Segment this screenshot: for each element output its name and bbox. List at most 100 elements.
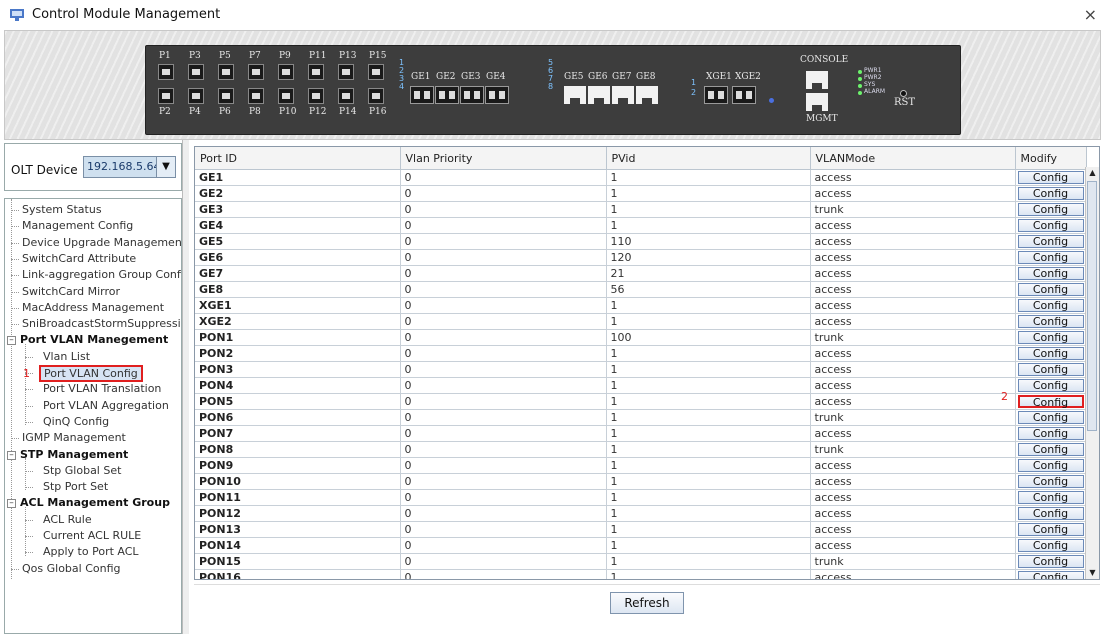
config-button[interactable]: Config — [1017, 187, 1084, 200]
sfp-port[interactable] — [218, 88, 234, 104]
sfp-port[interactable] — [248, 64, 264, 80]
config-button[interactable]: Config — [1017, 523, 1084, 536]
table-row[interactable]: GE3 0 1 trunk Config — [195, 201, 1087, 218]
console-port[interactable] — [806, 71, 828, 89]
table-row[interactable]: PON3 0 1 access Config — [195, 361, 1087, 378]
table-row[interactable]: GE8 0 56 access Config — [195, 281, 1087, 298]
ge-port[interactable] — [612, 86, 634, 104]
config-button[interactable]: Config — [1017, 539, 1084, 552]
scrollbar-thumb[interactable] — [1087, 181, 1097, 431]
config-button[interactable]: Config — [1017, 555, 1084, 568]
table-row[interactable]: PON2 0 1 access Config — [195, 345, 1087, 362]
table-row[interactable]: GE7 0 21 access Config — [195, 265, 1087, 282]
sfp-port[interactable] — [338, 64, 354, 80]
sfp-port[interactable] — [188, 88, 204, 104]
sfp-port[interactable] — [218, 64, 234, 80]
sidebar-item[interactable]: Apply to Port ACL — [43, 545, 139, 558]
config-button[interactable]: Config — [1017, 379, 1084, 392]
sfp-port[interactable] — [278, 64, 294, 80]
table-row[interactable]: GE1 0 1 access Config — [195, 169, 1087, 186]
sidebar-item[interactable]: ACL Rule — [43, 513, 92, 526]
config-button[interactable]: Config — [1017, 267, 1084, 280]
config-button[interactable]: Config — [1017, 411, 1084, 424]
config-button[interactable]: Config — [1017, 571, 1084, 579]
config-button[interactable]: Config — [1017, 235, 1084, 248]
collapse-icon[interactable]: – — [7, 499, 16, 509]
table-row[interactable]: PON1 0 100 trunk Config — [195, 329, 1087, 346]
sfp-port[interactable] — [188, 64, 204, 80]
table-row[interactable]: PON5 0 1 access Config — [195, 393, 1087, 410]
sidebar-item[interactable]: Stp Port Set — [43, 480, 108, 493]
sfp-port[interactable] — [278, 88, 294, 104]
rst-button-dot[interactable] — [900, 90, 907, 97]
mgmt-port[interactable] — [806, 93, 828, 111]
sidebar-item[interactable]: SwitchCard Attribute — [22, 252, 136, 265]
table-scrollbar[interactable]: ▲ ▼ — [1085, 167, 1099, 579]
table-row[interactable]: GE6 0 120 access Config — [195, 249, 1087, 266]
config-button[interactable]: Config — [1017, 283, 1084, 296]
sidebar-item[interactable]: Management Config — [22, 219, 133, 232]
config-button[interactable]: Config — [1017, 251, 1084, 264]
sidebar-item[interactable]: Device Upgrade Management — [22, 236, 181, 249]
table-row[interactable]: PON7 0 1 access Config — [195, 425, 1087, 442]
sfp-port[interactable] — [158, 88, 174, 104]
table-row[interactable]: XGE2 0 1 access Config — [195, 313, 1087, 330]
config-button[interactable]: Config — [1017, 491, 1084, 504]
config-button[interactable]: Config — [1017, 475, 1084, 488]
ge-port[interactable] — [636, 86, 658, 104]
close-icon[interactable]: × — [1084, 5, 1097, 24]
xge-port[interactable] — [732, 86, 756, 104]
sfp-port[interactable] — [308, 64, 324, 80]
config-button[interactable]: Config — [1017, 347, 1084, 360]
sidebar-item[interactable]: MacAddress Management — [22, 301, 164, 314]
column-header-vlan-priority[interactable]: Vlan Priority — [400, 147, 607, 170]
sidebar-group-stp[interactable]: STP Management — [20, 448, 128, 461]
column-header-port-id[interactable]: Port ID — [195, 147, 401, 170]
table-row[interactable]: PON8 0 1 trunk Config — [195, 441, 1087, 458]
sidebar-item[interactable]: Link-aggregation Group Config — [22, 268, 181, 281]
sfp-port[interactable] — [308, 88, 324, 104]
sidebar-item[interactable]: Port VLAN Aggregation — [43, 399, 169, 412]
sidebar-item[interactable]: System Status — [22, 203, 102, 216]
splitter-handle[interactable] — [182, 140, 189, 634]
ge-port[interactable] — [410, 86, 434, 104]
ge-port[interactable] — [485, 86, 509, 104]
collapse-icon[interactable]: – — [7, 336, 16, 346]
config-button[interactable]: Config — [1017, 443, 1084, 456]
config-button[interactable]: Config — [1017, 171, 1084, 184]
table-row[interactable]: XGE1 0 1 access Config — [195, 297, 1087, 314]
collapse-icon[interactable]: – — [7, 450, 16, 460]
refresh-button[interactable]: Refresh — [610, 592, 684, 614]
config-button[interactable]: Config — [1017, 315, 1084, 328]
column-header-pvid[interactable]: PVid — [606, 147, 811, 170]
config-button[interactable]: Config — [1017, 299, 1084, 312]
table-row[interactable]: PON16 0 1 access Config — [195, 569, 1087, 579]
config-button[interactable]: Config — [1017, 219, 1084, 232]
sidebar-item-igmp[interactable]: IGMP Management — [22, 431, 126, 444]
table-row[interactable]: PON9 0 1 access Config — [195, 457, 1087, 474]
table-row[interactable]: PON15 0 1 trunk Config — [195, 553, 1087, 570]
table-row[interactable]: PON10 0 1 access Config — [195, 473, 1087, 490]
xge-port[interactable] — [704, 86, 728, 104]
table-row[interactable]: PON14 0 1 access Config — [195, 537, 1087, 554]
sidebar-item[interactable]: Stp Global Set — [43, 464, 121, 477]
table-row[interactable]: GE5 0 110 access Config — [195, 233, 1087, 250]
config-button[interactable]: Config — [1017, 331, 1084, 344]
chevron-down-icon[interactable]: ▼ — [156, 157, 175, 177]
config-button[interactable]: Config — [1017, 427, 1084, 440]
table-row[interactable]: GE2 0 1 access Config — [195, 185, 1087, 202]
sfp-port[interactable] — [158, 64, 174, 80]
sfp-port[interactable] — [368, 64, 384, 80]
scroll-down-icon[interactable]: ▼ — [1087, 567, 1098, 579]
sidebar-item[interactable]: SwitchCard Mirror — [22, 285, 120, 298]
table-row[interactable]: PON11 0 1 access Config — [195, 489, 1087, 506]
table-row[interactable]: PON4 0 1 access Config — [195, 377, 1087, 394]
scroll-up-icon[interactable]: ▲ — [1087, 167, 1098, 179]
sidebar-item[interactable]: Current ACL RULE — [43, 529, 141, 542]
sidebar-item-port-vlan-config[interactable]: Port VLAN Config — [39, 365, 143, 382]
sidebar-item[interactable]: Vlan List — [43, 350, 90, 363]
table-row[interactable]: PON12 0 1 access Config — [195, 505, 1087, 522]
config-button[interactable]: Config — [1017, 459, 1084, 472]
ge-port[interactable] — [564, 86, 586, 104]
config-button-highlighted[interactable]: Config — [1017, 395, 1084, 409]
